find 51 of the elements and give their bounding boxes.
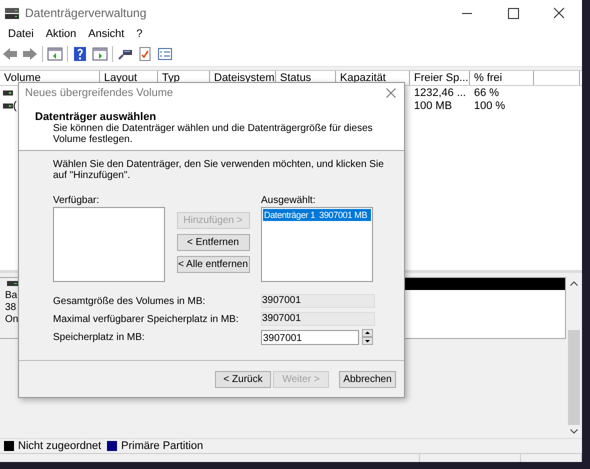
dialog-heading: Datenträger auswählen bbox=[35, 111, 158, 123]
panel-icon[interactable] bbox=[92, 46, 108, 62]
menu-item[interactable]: Aktion bbox=[40, 28, 82, 40]
list-item[interactable]: Datenträger 1 3907001 MB bbox=[263, 209, 371, 221]
disk-label-text: On bbox=[5, 314, 18, 326]
column-header[interactable]: % frei bbox=[470, 71, 534, 85]
disk-label-text: 38 bbox=[5, 302, 16, 314]
list-label: Verfügbar: bbox=[53, 195, 100, 207]
disk-drive-icon bbox=[4, 6, 20, 20]
checklist-icon[interactable] bbox=[137, 46, 153, 62]
table-cell-text: 100 % bbox=[473, 100, 506, 112]
legend-label: Primäre Partition bbox=[121, 440, 204, 452]
disk-label-text: Ba bbox=[5, 290, 18, 302]
list-label: Ausgewählt: bbox=[261, 195, 316, 207]
table-cell-text: 100 MB bbox=[413, 100, 453, 112]
properties-icon[interactable] bbox=[157, 46, 173, 62]
table-cell-text: 1232,46 ... bbox=[413, 86, 467, 98]
panel-icon[interactable] bbox=[47, 46, 63, 62]
field-label: Speicherplatz in MB: bbox=[53, 332, 146, 342]
selected-list[interactable]: Datenträger 1 3907001 MB bbox=[261, 207, 373, 282]
table-cell: ( bbox=[13, 100, 17, 112]
menu-item[interactable]: Ansicht bbox=[82, 28, 130, 40]
back-arrow-icon[interactable] bbox=[2, 46, 18, 62]
help-icon[interactable] bbox=[72, 46, 88, 62]
scroll-up-icon[interactable] bbox=[570, 281, 578, 286]
input-field[interactable]: 3907001 bbox=[261, 330, 359, 344]
move-button[interactable]: < Entfernen bbox=[176, 234, 250, 251]
menu-item[interactable]: ? bbox=[130, 28, 148, 40]
move-button[interactable]: < Alle entfernen bbox=[176, 256, 250, 273]
disk-size: 3907001 MB bbox=[319, 209, 368, 221]
spinner-arrows[interactable] bbox=[362, 329, 373, 345]
legend-label: Nicht zugeordnet bbox=[18, 440, 102, 452]
scroll-thumb[interactable] bbox=[568, 330, 580, 425]
column-header[interactable]: Freier Sp... bbox=[410, 71, 470, 85]
dialog-title: Neues übergreifendes Volume bbox=[25, 87, 173, 99]
field-label: Gesamtgröße des Volumes in MB: bbox=[53, 296, 206, 306]
menu-item[interactable]: Datei bbox=[2, 28, 40, 40]
readonly-field: 3907001 bbox=[261, 294, 375, 308]
table-cell-text: 66 % bbox=[473, 86, 500, 98]
wizard-button[interactable]: Abbrechen bbox=[339, 370, 396, 388]
forward-arrow-icon[interactable] bbox=[22, 46, 38, 62]
scroll-down-icon[interactable] bbox=[570, 429, 578, 434]
wizard-button[interactable]: < Zurück bbox=[215, 370, 271, 388]
available-list[interactable] bbox=[53, 207, 165, 282]
window-title: Datenträgerverwaltung bbox=[25, 6, 148, 20]
dialog-description: Sie können die Datenträger wählen und die Datenträgergröße für dieses Volume festlegen. bbox=[52, 123, 374, 145]
disk-name: Datenträger 1 bbox=[264, 209, 316, 221]
field-label: Maximal verfügbarer Speicherplatz in MB: bbox=[53, 314, 240, 324]
instruction-text: Wählen Sie den Datenträger, den Sie verwenden möchten, und klicken Sie auf "Hinzufügen". bbox=[53, 159, 385, 181]
close-icon[interactable] bbox=[386, 88, 396, 98]
readonly-field: 3907001 bbox=[261, 312, 375, 326]
